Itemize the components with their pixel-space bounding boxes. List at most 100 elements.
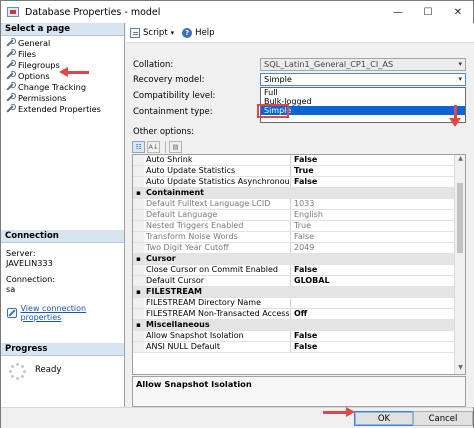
grid-property-value[interactable]: English <box>291 210 465 220</box>
script-button[interactable]: Script ▾ <box>130 27 175 38</box>
grid-property-row[interactable]: Allow Snapshot Isolation False <box>133 331 465 342</box>
view-connection-properties-link[interactable]: View connection properties <box>21 304 125 322</box>
recovery-model-dropdown: Full Bulk-logged Simple <box>260 87 466 123</box>
grid-property-row[interactable]: ANSI NULL Default False <box>133 342 465 353</box>
grid-gutter <box>133 265 144 275</box>
wrench-icon <box>5 60 16 69</box>
collation-label: Collation: <box>133 60 174 70</box>
grid-property-row[interactable]: Default Fulltext Language LCID 1033 <box>133 199 465 210</box>
grid-property-value[interactable]: False <box>291 331 465 341</box>
other-options-label: Other options: <box>133 127 195 137</box>
grid-category-row[interactable]: ▪ Containment <box>133 188 465 199</box>
grid-property-name: Default Language <box>144 210 291 220</box>
script-icon <box>130 27 140 38</box>
categorized-sort-button[interactable]: ☷ <box>132 141 145 153</box>
options-content: Collation: SQL_Latin1_General_CP1_CI_AS … <box>126 43 474 407</box>
progress-header: Progress <box>1 343 124 356</box>
grid-property-row[interactable]: Auto Update Statistics True <box>133 166 465 177</box>
grid-property-value[interactable]: GLOBAL <box>291 276 465 286</box>
grid-property-value[interactable]: False <box>291 177 465 187</box>
grid-gutter <box>133 276 144 286</box>
grid-property-name: FILESTREAM Non-Transacted Access <box>146 309 291 319</box>
grid-property-row[interactable]: Nested Triggers Enabled True <box>133 221 465 232</box>
collapse-icon[interactable]: ▪ <box>133 188 144 198</box>
grid-property-row[interactable]: Default Cursor GLOBAL <box>133 276 465 287</box>
grid-property-value[interactable]: False <box>291 155 465 165</box>
alphabetical-sort-button[interactable]: A↓ <box>147 141 160 153</box>
grid-property-row[interactable]: Transform Noise Words False <box>133 232 465 243</box>
collapse-icon[interactable]: ▪ <box>133 254 144 264</box>
grid-property-value[interactable]: True <box>291 166 465 176</box>
help-icon: ? <box>182 27 193 38</box>
page-item-files[interactable]: Files <box>1 48 124 59</box>
help-button[interactable]: ? Help <box>182 27 215 38</box>
chevron-down-icon: ▾ <box>170 28 175 37</box>
server-value: JAVELIN333 <box>6 258 53 268</box>
annotation-arrow-simple <box>448 105 464 131</box>
recovery-option-simple[interactable]: Simple <box>261 106 465 115</box>
wrench-icon <box>5 71 16 80</box>
progress-section: Progress Ready <box>1 343 124 380</box>
grid-category-row[interactable]: ▪ Cursor <box>133 254 465 265</box>
grid-gutter <box>133 331 144 341</box>
grid-property-value[interactable]: True <box>291 221 465 231</box>
maximize-button[interactable]: ☐ <box>413 1 443 23</box>
grid-property-value[interactable] <box>291 298 465 308</box>
recovery-option-bulk-logged[interactable]: Bulk-logged <box>261 97 465 106</box>
recovery-option-full[interactable]: Full <box>261 88 465 97</box>
chevron-down-icon: ▾ <box>458 75 462 83</box>
grid-property-name: Allow Snapshot Isolation <box>144 331 291 341</box>
grid-category-label: Miscellaneous <box>146 320 210 329</box>
scroll-up-icon[interactable]: ▲ <box>455 155 465 165</box>
grid-property-value[interactable]: False <box>291 342 465 352</box>
recovery-model-label: Recovery model: <box>133 75 205 85</box>
grid-property-row[interactable]: Auto Shrink False <box>133 155 465 166</box>
page-item-change-tracking[interactable]: Change Tracking <box>1 81 124 92</box>
database-properties-window: Database Properties - model — ☐ ✕ Select… <box>0 0 474 428</box>
page-item-permissions[interactable]: Permissions <box>1 92 124 103</box>
close-button[interactable]: ✕ <box>443 1 473 23</box>
scroll-thumb[interactable] <box>457 183 463 253</box>
grid-property-row[interactable]: Close Cursor on Commit Enabled False <box>133 265 465 276</box>
grid-property-name: ANSI NULL Default <box>144 342 291 352</box>
grid-property-name: Two Digit Year Cutoff <box>144 243 291 253</box>
property-pages-button[interactable]: ▤ <box>169 141 182 153</box>
grid-property-name: Nested Triggers Enabled <box>144 221 291 231</box>
collation-combo[interactable]: SQL_Latin1_General_CP1_CI_AS ▾ <box>260 58 466 71</box>
grid-gutter <box>133 298 144 308</box>
grid-property-row[interactable]: FILESTREAM Non-Transacted Access Off <box>133 309 465 320</box>
grid-property-row[interactable]: Auto Update Statistics Asynchronously Fal… <box>133 177 465 188</box>
right-pane: Script ▾ ? Help Collation: SQL_Latin1_Ge… <box>126 23 474 407</box>
grid-gutter <box>133 199 144 209</box>
recovery-model-combo[interactable]: Simple ▾ <box>260 73 466 86</box>
collapse-icon[interactable]: ▪ <box>133 287 144 297</box>
grid-property-value[interactable]: False <box>291 232 465 242</box>
grid-property-name: Auto Shrink <box>144 155 291 165</box>
grid-category-row[interactable]: ▪ FILESTREAM <box>133 287 465 298</box>
scroll-down-icon[interactable]: ▼ <box>455 364 465 374</box>
grid-scrollbar[interactable]: ▲ ▼ <box>454 155 465 374</box>
page-item-general[interactable]: General <box>1 37 124 48</box>
minimize-button[interactable]: — <box>383 1 413 23</box>
grid-property-row[interactable]: FILESTREAM Directory Name <box>133 298 465 309</box>
cancel-button[interactable]: Cancel <box>413 411 473 426</box>
grid-gutter <box>133 166 144 176</box>
ok-button[interactable]: OK <box>354 411 414 426</box>
grid-property-value[interactable]: False <box>291 265 465 275</box>
grid-property-value[interactable]: Off <box>291 309 465 319</box>
grid-gutter <box>133 243 144 253</box>
collapse-icon[interactable]: ▪ <box>133 320 144 330</box>
grid-property-name: FILESTREAM Directory Name <box>144 298 291 308</box>
grid-property-value[interactable]: 2049 <box>291 243 465 253</box>
grid-property-value[interactable]: 1033 <box>291 199 465 209</box>
grid-property-row[interactable]: Two Digit Year Cutoff 2049 <box>133 243 465 254</box>
toolbar: Script ▾ ? Help <box>126 23 474 43</box>
grid-property-name: Default Fulltext Language LCID <box>144 199 291 209</box>
grid-gutter <box>133 155 144 165</box>
select-page-header: Select a page <box>1 23 124 36</box>
page-item-extended-properties[interactable]: Extended Properties <box>1 103 124 114</box>
left-pane: Select a page General Files Filegroups O… <box>1 23 125 409</box>
grid-category-row[interactable]: ▪ Miscellaneous <box>133 320 465 331</box>
grid-property-row[interactable]: Default Language English <box>133 210 465 221</box>
connection-label: Connection: <box>6 274 56 284</box>
